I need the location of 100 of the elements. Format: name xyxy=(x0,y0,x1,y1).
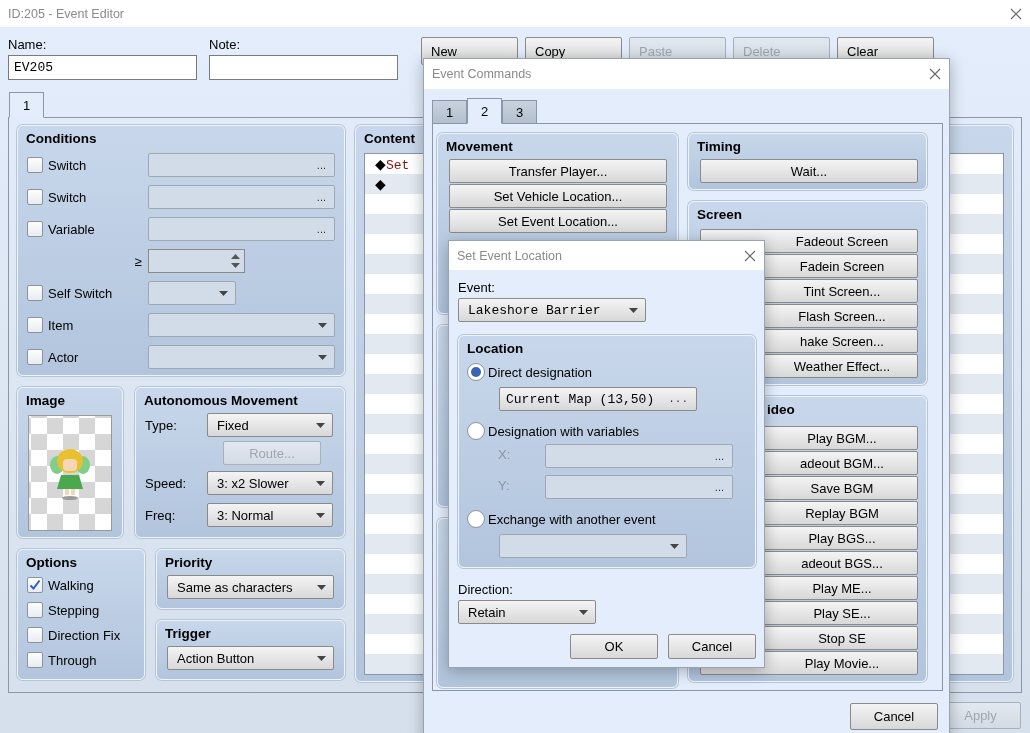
command-tab[interactable]: 3 xyxy=(502,100,537,124)
command-tab[interactable]: 2 xyxy=(467,98,502,124)
option-label: Stepping xyxy=(48,602,100,618)
option-label: Through xyxy=(48,652,97,668)
field-label: Direction: xyxy=(458,582,514,599)
name-field[interactable]: EV205 xyxy=(8,55,197,80)
page-tab[interactable]: 1 xyxy=(9,92,44,118)
field-label: Speed: xyxy=(144,475,188,491)
dropdown[interactable]: Fixed xyxy=(207,413,333,437)
option-label: Walking xyxy=(48,577,94,593)
caret-icon xyxy=(670,543,679,549)
command-button[interactable]: Wait... xyxy=(700,159,918,183)
caret-icon xyxy=(629,307,638,313)
group-title: ideo xyxy=(766,401,795,419)
field-label: X: xyxy=(498,447,512,464)
group-title: Image xyxy=(26,392,66,410)
field-label: Note: xyxy=(209,37,242,54)
group-title: Options xyxy=(26,554,77,572)
dropdown[interactable]: Action Button xyxy=(167,646,334,670)
caret-icon xyxy=(316,480,325,486)
checkbox[interactable] xyxy=(27,602,43,618)
command-tab[interactable]: 1 xyxy=(432,100,467,124)
cancel-button[interactable]: Cancel xyxy=(850,703,938,730)
group-title: Priority xyxy=(165,554,213,572)
group-title: Trigger xyxy=(165,625,211,643)
caret-icon xyxy=(219,290,228,296)
dropdown[interactable]: 3: Normal xyxy=(207,503,333,527)
image-preview[interactable] xyxy=(28,415,112,531)
condition-label: Self Switch xyxy=(48,285,114,301)
close-icon[interactable] xyxy=(1010,7,1022,20)
condition-label: Switch xyxy=(48,189,88,205)
field-label: Name: xyxy=(8,37,48,54)
picker-field: ... xyxy=(148,153,335,177)
option-label: Direction Fix xyxy=(48,627,121,643)
comparison-sign: ≥ xyxy=(133,253,143,269)
event-dropdown[interactable]: Lakeshore Barrier xyxy=(458,298,646,322)
condition-label: Actor xyxy=(48,349,80,365)
checkbox[interactable] xyxy=(27,577,43,593)
group-title: Autonomous Movement xyxy=(144,392,298,410)
field-label: Event: xyxy=(458,280,496,297)
group-title: Conditions xyxy=(26,130,97,148)
group-title: Movement xyxy=(446,138,513,156)
variable-picker: ... xyxy=(545,444,733,468)
group-title: Location xyxy=(467,340,524,358)
group-title: Content xyxy=(364,130,415,148)
field-label: Type: xyxy=(144,417,178,433)
radio-label: Direct designation xyxy=(488,364,593,380)
command-button[interactable]: Set Vehicle Location... xyxy=(449,184,667,208)
variable-picker: ... xyxy=(545,475,733,499)
checkbox[interactable] xyxy=(27,189,43,205)
caret-icon xyxy=(316,422,325,428)
radio-label: Exchange with another event xyxy=(488,511,656,527)
dropdown[interactable]: Same as characters xyxy=(167,575,334,599)
close-icon[interactable] xyxy=(744,249,756,262)
note-field[interactable] xyxy=(209,55,398,80)
checkmark-icon xyxy=(29,579,41,591)
dropdown[interactable]: 3: x2 Slower xyxy=(207,471,333,495)
checkbox[interactable] xyxy=(27,221,43,237)
spin-arrows-icon xyxy=(231,254,240,268)
dialog-button[interactable]: Cancel xyxy=(668,634,756,659)
checkbox[interactable] xyxy=(27,652,43,668)
route-button: Route... xyxy=(223,441,321,465)
picker-field: ... xyxy=(148,217,335,241)
field-label: Y: xyxy=(498,478,511,495)
dropdown[interactable] xyxy=(148,281,236,305)
list-item[interactable]: ◆Set xyxy=(375,154,420,174)
radio-label: Designation with variables xyxy=(488,423,640,439)
caret-icon xyxy=(318,322,327,328)
checkbox[interactable] xyxy=(27,285,43,301)
dialog-title: Set Event Location xyxy=(457,248,562,263)
radio-button[interactable] xyxy=(467,363,485,381)
checkbox[interactable] xyxy=(27,349,43,365)
dropdown[interactable] xyxy=(499,534,687,558)
direction-dropdown[interactable]: Retain xyxy=(458,600,596,624)
radio-button[interactable] xyxy=(467,510,485,528)
map-position-picker[interactable]: Current Map (13,50) ... xyxy=(499,387,697,411)
caret-icon xyxy=(317,584,326,590)
checkbox[interactable] xyxy=(27,627,43,643)
caret-icon xyxy=(318,354,327,360)
picker-field: ... xyxy=(148,185,335,209)
close-icon[interactable] xyxy=(929,68,941,80)
field-label: Freq: xyxy=(144,507,177,523)
dropdown[interactable] xyxy=(148,313,335,337)
condition-label: Item xyxy=(48,317,75,333)
window-title: ID:205 - Event Editor xyxy=(8,6,125,21)
list-item[interactable]: ◆ xyxy=(375,174,420,194)
condition-label: Switch xyxy=(48,157,88,173)
number-spinner[interactable] xyxy=(148,249,245,273)
command-button[interactable]: Set Event Location... xyxy=(449,209,667,233)
caret-icon xyxy=(316,512,325,518)
dialog-button[interactable]: OK xyxy=(570,634,658,659)
checkbox[interactable] xyxy=(27,317,43,333)
caret-icon xyxy=(579,609,588,615)
caret-icon xyxy=(317,655,326,661)
command-button[interactable]: Transfer Player... xyxy=(449,159,667,183)
checkbox[interactable] xyxy=(27,157,43,173)
dropdown[interactable] xyxy=(148,345,335,369)
radio-button[interactable] xyxy=(467,422,485,440)
condition-label: Variable xyxy=(48,221,96,237)
group-title: Screen xyxy=(697,206,743,224)
